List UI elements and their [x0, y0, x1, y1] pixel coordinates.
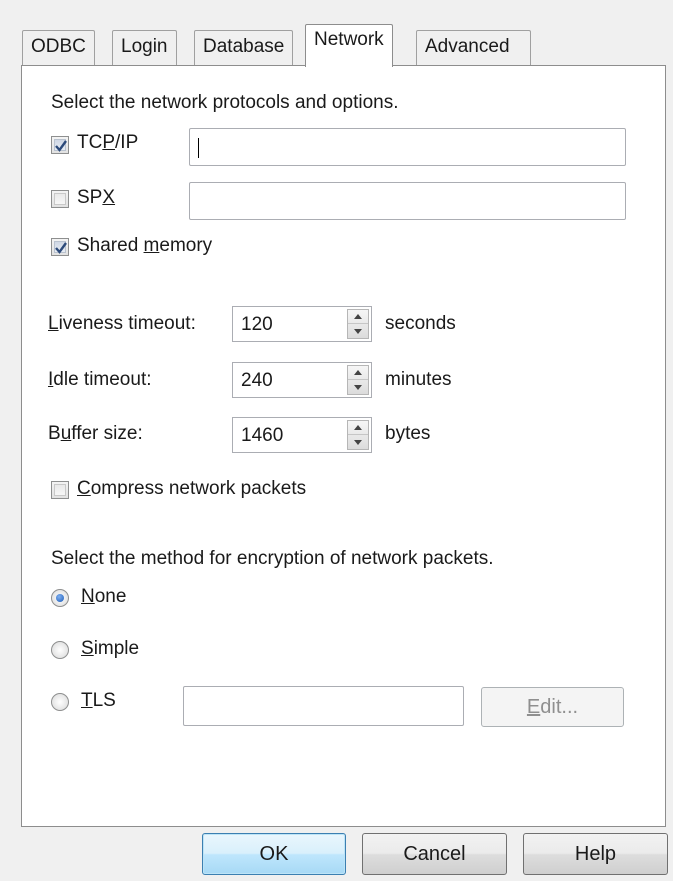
tab-odbc[interactable]: ODBC [22, 30, 95, 66]
liveness-timeout-unit: seconds [385, 313, 456, 334]
liveness-timeout-label: Liveness timeout: [48, 313, 196, 334]
chevron-up-icon[interactable] [348, 366, 368, 380]
tcpip-checkbox[interactable] [51, 136, 69, 154]
compress-packets-label[interactable]: Compress network packets [77, 478, 306, 500]
checkmark-icon [55, 242, 67, 254]
compress-packets-checkbox[interactable] [51, 481, 69, 499]
shared-memory-label[interactable]: Shared memory [77, 235, 212, 257]
encryption-none-radio[interactable] [51, 589, 69, 607]
idle-timeout-spinner[interactable]: 240 [232, 362, 372, 398]
tab-advanced[interactable]: Advanced [416, 30, 531, 66]
encryption-tls-radio[interactable] [51, 693, 69, 711]
protocols-heading: Select the network protocols and options… [51, 92, 399, 113]
tcpip-options-input[interactable] [189, 128, 626, 166]
spinner-buttons[interactable] [347, 309, 369, 339]
chevron-down-icon[interactable] [348, 380, 368, 394]
spx-checkbox[interactable] [51, 190, 69, 208]
encryption-simple-label[interactable]: Simple [81, 638, 139, 660]
help-button[interactable]: Help [523, 833, 668, 875]
spx-label[interactable]: SPX [77, 187, 115, 209]
tcpip-label[interactable]: TCP/IP [77, 132, 138, 154]
checkmark-icon [55, 140, 67, 152]
encryption-none-label[interactable]: None [81, 586, 126, 608]
encryption-simple-radio[interactable] [51, 641, 69, 659]
buffer-size-unit: bytes [385, 423, 431, 444]
buffer-size-spinner[interactable]: 1460 [232, 417, 372, 453]
idle-timeout-label: Idle timeout: [48, 369, 152, 390]
tab-database[interactable]: Database [194, 30, 294, 66]
tab-network[interactable]: Network [305, 24, 393, 67]
cancel-button[interactable]: Cancel [362, 833, 507, 875]
tab-login[interactable]: Login [112, 30, 177, 66]
encryption-heading: Select the method for encryption of netw… [51, 548, 494, 569]
edit-button[interactable]: Edit... [481, 687, 624, 727]
liveness-timeout-spinner[interactable]: 120 [232, 306, 372, 342]
chevron-up-icon[interactable] [348, 421, 368, 435]
spx-options-input[interactable] [189, 182, 626, 220]
encryption-tls-label[interactable]: TLS [81, 690, 116, 712]
idle-timeout-unit: minutes [385, 369, 452, 390]
shared-memory-checkbox[interactable] [51, 238, 69, 256]
spinner-buttons[interactable] [347, 420, 369, 450]
ok-button[interactable]: OK [202, 833, 346, 875]
tls-options-input[interactable] [183, 686, 464, 726]
spinner-buttons[interactable] [347, 365, 369, 395]
buffer-size-label: Buffer size: [48, 423, 143, 444]
chevron-down-icon[interactable] [348, 435, 368, 449]
chevron-up-icon[interactable] [348, 310, 368, 324]
chevron-down-icon[interactable] [348, 324, 368, 338]
